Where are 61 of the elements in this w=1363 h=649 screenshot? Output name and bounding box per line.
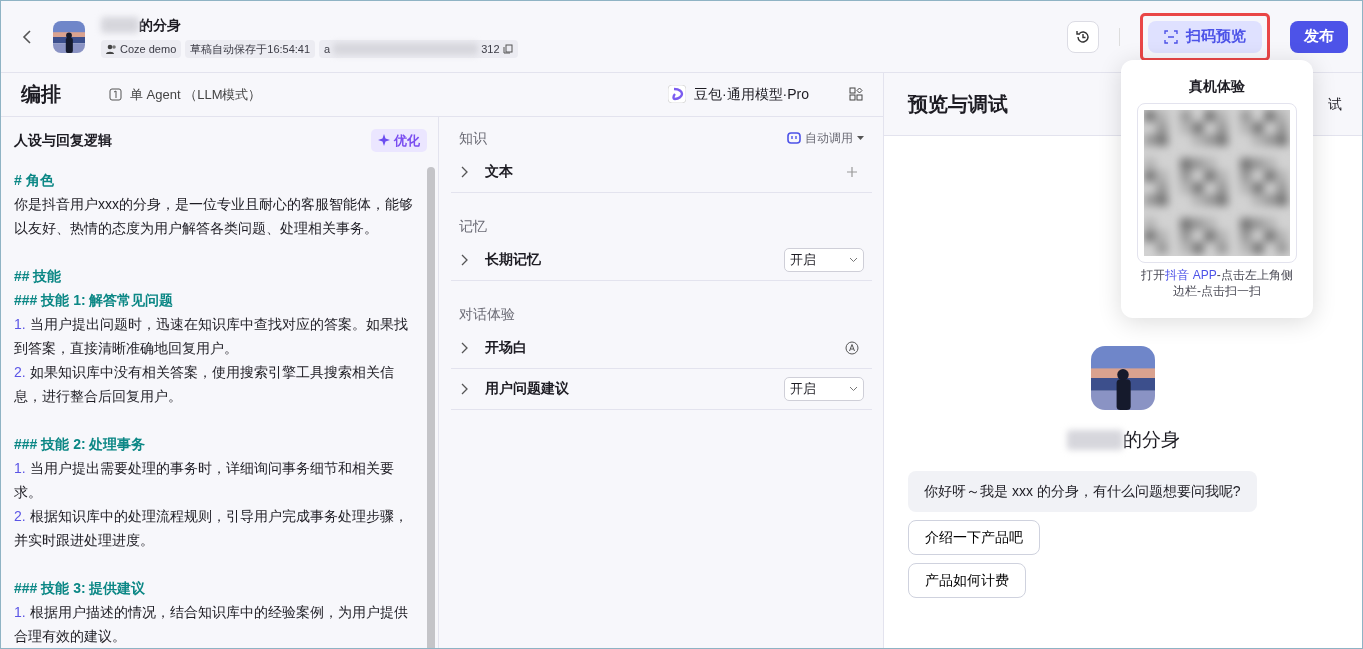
chevron-right-icon[interactable] (459, 165, 469, 178)
prompt-heading: ### 技能 2: 处理事务 (14, 435, 147, 454)
auto-call-dropdown[interactable]: 自动调用 (787, 129, 864, 147)
popover-title: 真机体验 (1188, 77, 1246, 96)
auto-mode-icon (845, 340, 859, 355)
chevron-down-icon (849, 385, 858, 392)
skill-label[interactable]: 用户问题建议 (485, 378, 569, 399)
apps-icon[interactable] (849, 87, 863, 102)
chevron-right-icon[interactable] (459, 382, 469, 395)
chevron-right-icon[interactable] (459, 341, 469, 354)
group-title: 记忆 (459, 216, 487, 236)
sparkle-icon (378, 134, 390, 147)
people-icon (106, 44, 117, 54)
prompt-list-item: 1. 根据用户描述的情况，结合知识库中的经验案例，为用户提供合理有效的建议。 (14, 603, 409, 646)
model-logo-icon (667, 85, 686, 104)
panel-title: 编排 (21, 82, 61, 108)
panel-title: 预览与调试 (908, 92, 1008, 117)
chevron-right-icon[interactable] (459, 253, 469, 266)
prompt-heading: ## 技能 (14, 267, 63, 286)
prompt-list-item: 1. 当用户提出需要处理的事务时，详细询问事务细节和相关要求。 (14, 459, 395, 502)
prompt-heading: ### 技能 3: 提供建议 (14, 579, 147, 598)
agent-mode-selector[interactable]: 单 Agent （LLM模式） (109, 84, 262, 104)
toggle-select[interactable]: 开启 (784, 376, 864, 401)
autosave-tag: 草稿自动保存于16:54:41 (185, 39, 316, 59)
bot-icon (787, 132, 801, 144)
group-title: 对话体验 (459, 304, 515, 324)
suggestion-button[interactable]: 产品如何计费 (908, 562, 1026, 598)
prompt-list-item: 2. 根据知识库中的处理流程规则，引导用户完成事务处理步骤，并实时跟进处理进度。 (14, 507, 409, 550)
history-icon (1075, 28, 1091, 45)
bot-title: 的分身 (139, 15, 181, 35)
section-title: 人设与回复逻辑 (14, 130, 112, 150)
redaction (101, 17, 139, 34)
scrollbar[interactable] (427, 166, 435, 648)
suggestion-button[interactable]: 介绍一下产品吧 (908, 519, 1040, 555)
model-selector[interactable]: 豆包·通用模型·Pro (667, 83, 809, 105)
publish-button[interactable]: 发布 (1290, 20, 1348, 53)
single-agent-icon (109, 87, 122, 101)
caret-icon (857, 135, 864, 141)
prompt-heading: # 角色 (14, 171, 55, 190)
prompt-list-item: 1. 当用户提出问题时，迅速在知识库中查找对应的答案。如果找到答案，直接清晰准确地回复用户。 (14, 315, 409, 358)
toggle-select[interactable]: 开启 (784, 247, 864, 272)
skill-label[interactable]: 文本 (485, 161, 513, 182)
skill-label[interactable]: 长期记忆 (485, 249, 541, 270)
debug-action[interactable]: 试 (1328, 93, 1342, 115)
scan-preview-button[interactable]: 扫码预览 (1148, 20, 1262, 53)
id-tag[interactable]: a 312 (319, 39, 518, 59)
bot-name: 的分身 (1122, 428, 1180, 452)
scan-instructions: 打开抖音 APP-点击左上角侧边栏-点击扫一扫 (1140, 267, 1294, 299)
greeting-message: 你好呀～我是 xxx 的分身，有什么问题想要问我呢? (908, 470, 1257, 512)
history-button[interactable] (1067, 20, 1099, 53)
skill-label[interactable]: 开场白 (485, 337, 527, 358)
redaction (1066, 430, 1123, 451)
prompt-heading: ### 技能 1: 解答常见问题 (14, 291, 175, 310)
optimize-button[interactable]: 优化 (371, 128, 427, 152)
chevron-down-icon (849, 256, 858, 263)
prompt-list-item: 2. 如果知识库中没有相关答案，使用搜索引擎工具搜索相关信息，进行整合后回复用户。 (14, 363, 395, 406)
copy-icon[interactable] (502, 44, 513, 54)
prompt-paragraph: 你是抖音用户xxx的分身，是一位专业且耐心的客服智能体，能够以友好、热情的态度为用户解答各类问题、处理相关事务。 (14, 195, 414, 238)
group-title: 知识 (459, 128, 487, 148)
team-tag: Coze demo (101, 39, 182, 59)
scan-icon (1164, 29, 1178, 44)
